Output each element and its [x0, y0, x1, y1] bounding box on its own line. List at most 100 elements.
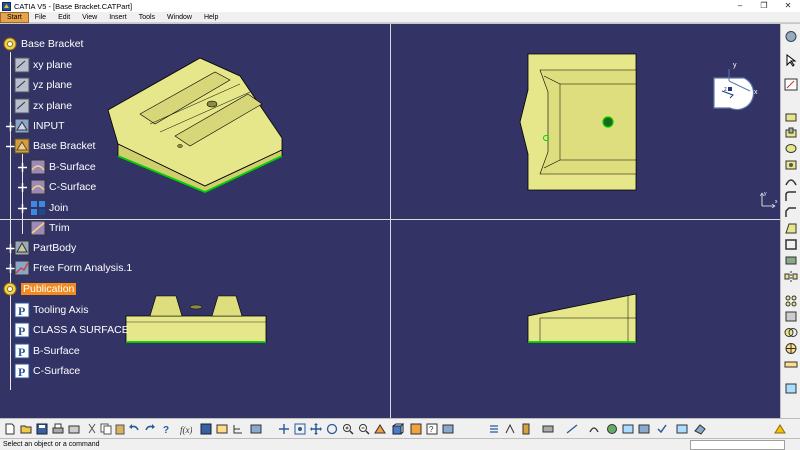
tree-node-free-form-analysis[interactable]: Free Form Analysis.1: [14, 259, 132, 277]
tree-node-publish-c-surface[interactable]: P C-Surface: [14, 362, 80, 380]
thickness-icon[interactable]: [784, 254, 798, 267]
measure-item-icon[interactable]: [566, 423, 578, 435]
expand-icon[interactable]: [18, 183, 27, 192]
pad-icon[interactable]: [784, 110, 798, 123]
chamfer-icon[interactable]: [784, 206, 798, 219]
material-icon[interactable]: [520, 423, 532, 435]
tree-node-xy-plane[interactable]: xy plane: [14, 56, 72, 74]
boolean-icon[interactable]: [784, 326, 798, 339]
fit-all-icon[interactable]: [294, 423, 306, 435]
menu-bar: Start File Edit View Insert Tools Window…: [0, 11, 800, 23]
view-cube-icon[interactable]: [392, 423, 404, 435]
pattern-icon[interactable]: [784, 294, 798, 307]
select-icon[interactable]: [784, 54, 798, 67]
copy-icon[interactable]: [100, 423, 112, 435]
check-icon[interactable]: [656, 423, 668, 435]
menu-window[interactable]: Window: [161, 12, 198, 23]
swap-space-icon[interactable]: [442, 423, 454, 435]
workbench-icon[interactable]: [784, 30, 798, 43]
measure-between-icon[interactable]: [542, 423, 554, 435]
tree-node-base-bracket[interactable]: Base Bracket: [14, 137, 95, 155]
3d-viewport[interactable]: y x z y x Base Bracket xy plane yz plane…: [0, 24, 780, 418]
tree-root[interactable]: Base Bracket: [2, 35, 83, 53]
menu-file[interactable]: File: [29, 12, 52, 23]
maximize-button[interactable]: ❐: [752, 0, 776, 12]
sketch-icon[interactable]: [784, 78, 798, 91]
shell-icon[interactable]: [784, 238, 798, 251]
tree-node-b-surface[interactable]: B-Surface: [30, 158, 96, 176]
menu-insert[interactable]: Insert: [103, 12, 133, 23]
apply-material-icon[interactable]: [606, 423, 618, 435]
tree-node-c-surface[interactable]: C-Surface: [30, 178, 96, 196]
print-icon[interactable]: [52, 423, 64, 435]
fillet-icon[interactable]: [784, 190, 798, 203]
minimize-button[interactable]: –: [728, 0, 752, 12]
rotate-icon[interactable]: [326, 423, 338, 435]
expand-icon[interactable]: [18, 204, 27, 213]
small-axis-y-label: y: [764, 191, 767, 197]
tree-node-partbody[interactable]: PartBody: [14, 239, 76, 257]
zoom-out-icon[interactable]: [358, 423, 370, 435]
tree-node-tooling-axis[interactable]: P Tooling Axis: [14, 301, 88, 319]
menu-view[interactable]: View: [76, 12, 103, 23]
paste-icon[interactable]: [114, 423, 126, 435]
analysis-tool-icon[interactable]: [784, 382, 798, 395]
close-button[interactable]: ✕: [776, 0, 800, 12]
hide-show-icon[interactable]: ?: [426, 423, 438, 435]
tree-node-zx-plane[interactable]: zx plane: [14, 97, 72, 115]
constraint-icon[interactable]: [504, 423, 516, 435]
command-input[interactable]: [690, 440, 785, 450]
normal-view-icon[interactable]: [374, 423, 386, 435]
tree-node-publication[interactable]: Publication: [2, 280, 77, 298]
compass-icon[interactable]: y x z: [700, 46, 770, 116]
render-style-icon[interactable]: [410, 423, 422, 435]
menu-start[interactable]: Start: [0, 11, 29, 23]
hole-icon[interactable]: [784, 158, 798, 171]
tree-node-label: PartBody: [33, 242, 77, 254]
draft-icon[interactable]: [784, 222, 798, 235]
formula-icon[interactable]: f(x): [180, 423, 192, 435]
expand-icon[interactable]: [18, 163, 27, 172]
table-icon[interactable]: [200, 423, 212, 435]
tree-node-trim[interactable]: Trim: [30, 219, 70, 237]
reactions-icon[interactable]: [638, 423, 650, 435]
pocket-icon[interactable]: [784, 126, 798, 139]
catalog-icon[interactable]: [216, 423, 228, 435]
whats-this-icon[interactable]: ?: [162, 423, 174, 435]
zoom-in-icon[interactable]: [342, 423, 354, 435]
scale-icon[interactable]: [784, 310, 798, 323]
menu-edit[interactable]: Edit: [52, 12, 76, 23]
fly-mode-icon[interactable]: [278, 423, 290, 435]
update-icon[interactable]: [488, 423, 500, 435]
tree-node-publish-b-surface[interactable]: P B-Surface: [14, 342, 80, 360]
open-icon[interactable]: [20, 423, 32, 435]
eraser-icon[interactable]: [694, 423, 706, 435]
mirror-icon[interactable]: [784, 270, 798, 283]
save-icon[interactable]: [36, 423, 48, 435]
compare-icon[interactable]: [676, 423, 688, 435]
rib-icon[interactable]: [784, 174, 798, 187]
cut-icon[interactable]: [86, 423, 98, 435]
tree-icon[interactable]: [232, 423, 244, 435]
tree-node-yz-plane[interactable]: yz plane: [14, 76, 72, 94]
menu-tools[interactable]: Tools: [133, 12, 161, 23]
new-icon[interactable]: [4, 423, 16, 435]
tree-node-input[interactable]: INPUT: [14, 117, 65, 135]
tree-node-label: zx plane: [33, 100, 73, 112]
knowledge-icon[interactable]: [622, 423, 634, 435]
tree-node-label: B-Surface: [49, 161, 96, 173]
axis-system-icon[interactable]: [784, 342, 798, 355]
top-part-view[interactable]: [519, 53, 637, 191]
quick-print-icon[interactable]: [68, 423, 80, 435]
menu-help[interactable]: Help: [198, 12, 224, 23]
shaft-icon[interactable]: [784, 142, 798, 155]
tree-node-join[interactable]: Join: [30, 199, 68, 217]
tree-node-class-a-surface[interactable]: P CLASS A SURFACE: [14, 321, 129, 339]
undo-icon[interactable]: [128, 423, 140, 435]
measure-icon[interactable]: [784, 358, 798, 371]
sketch-analysis-icon[interactable]: [588, 423, 600, 435]
side-part-view[interactable]: [527, 293, 637, 343]
macro-icon[interactable]: [250, 423, 262, 435]
redo-icon[interactable]: [144, 423, 156, 435]
pan-icon[interactable]: [310, 423, 322, 435]
